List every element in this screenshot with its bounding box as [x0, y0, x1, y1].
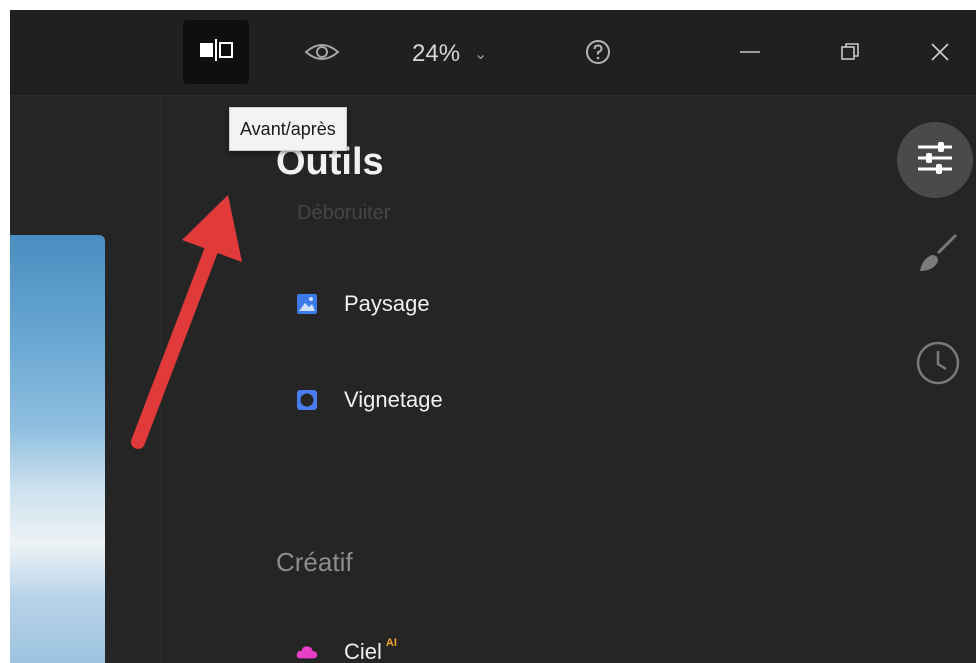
- before-after-icon: [198, 38, 234, 66]
- eye-icon: [304, 41, 340, 68]
- tool-item-paysage[interactable]: Paysage: [296, 291, 430, 317]
- tool-item-vignetage[interactable]: Vignetage: [296, 387, 443, 413]
- adjustments-icon: [915, 140, 955, 181]
- rail-brush-button[interactable]: [908, 225, 968, 285]
- zoom-value: 24%: [412, 40, 461, 67]
- chevron-down-icon: ⌄: [474, 46, 488, 63]
- close-button[interactable]: [920, 34, 960, 74]
- app-window: 24% ⌄ Avant/après Outils Déboruiter Pays…: [10, 10, 976, 663]
- tool-item-label: Paysage: [344, 291, 430, 316]
- ai-badge: AI: [385, 637, 397, 649]
- photo-canvas[interactable]: [10, 235, 105, 663]
- title-bar: 24% ⌄: [10, 10, 976, 96]
- rail-adjustments-button[interactable]: [897, 122, 973, 198]
- tool-item-label: Ciel: [344, 639, 382, 663]
- tool-item-label: Vignetage: [344, 387, 443, 412]
- rail-history-button[interactable]: [908, 335, 968, 395]
- minimize-icon: [739, 41, 761, 68]
- vignette-icon: [296, 389, 318, 411]
- restore-button[interactable]: [830, 34, 870, 74]
- annotation-arrow: [131, 195, 242, 449]
- minimize-button[interactable]: [730, 34, 770, 74]
- section-creatif-heading: Créatif: [276, 547, 353, 577]
- tooltip: Avant/après: [229, 107, 347, 151]
- before-after-button[interactable]: [183, 20, 249, 84]
- help-icon: [585, 39, 611, 70]
- restore-icon: [839, 41, 861, 68]
- close-icon: [929, 41, 951, 68]
- history-clock-icon: [915, 340, 961, 391]
- tool-item-ciel[interactable]: Ciel AI: [296, 637, 397, 663]
- brush-icon: [916, 231, 960, 280]
- cloud-icon: [296, 641, 318, 663]
- scrolled-tool-item[interactable]: Déboruiter: [297, 202, 390, 225]
- landscape-icon: [296, 293, 318, 315]
- help-button[interactable]: [580, 34, 616, 74]
- view-original-button[interactable]: [300, 34, 344, 74]
- zoom-dropdown[interactable]: 24% ⌄: [412, 32, 522, 76]
